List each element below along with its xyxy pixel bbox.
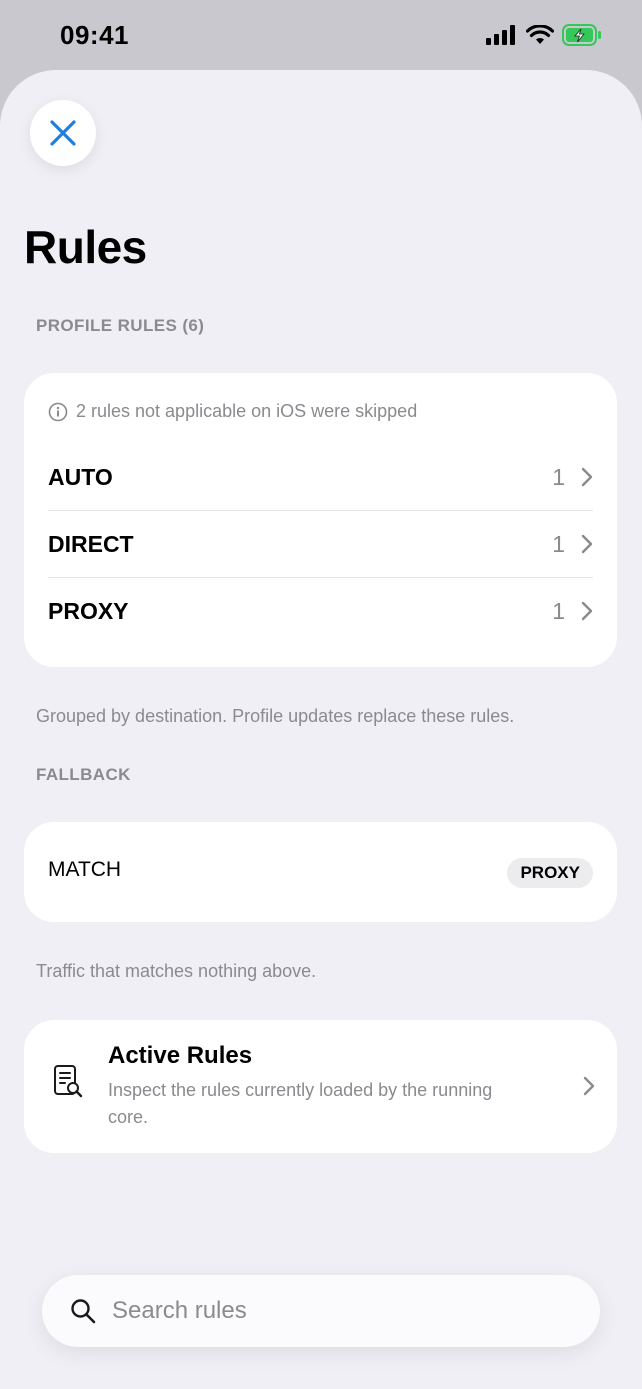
search-bar[interactable]	[42, 1275, 600, 1347]
status-bar: 09:41	[0, 0, 642, 72]
match-rule-label: MATCH	[48, 858, 122, 881]
chevron-right-icon	[581, 534, 593, 554]
cellular-signal-icon	[486, 25, 515, 45]
rules-sheet: Rules PROFILE RULES (6) 2 rules not appl…	[0, 70, 642, 1389]
active-rules-card[interactable]: Active Rules Inspect the rules currently…	[24, 1020, 617, 1153]
active-rules-description: Inspect the rules currently loaded by th…	[108, 1080, 493, 1127]
page-title: Rules	[24, 221, 147, 273]
search-input[interactable]	[112, 1275, 572, 1347]
active-rules-title: Active Rules	[108, 1042, 253, 1069]
info-icon	[48, 402, 68, 421]
skipped-rules-note: 2 rules not applicable on iOS were skipp…	[48, 401, 417, 422]
skipped-rules-text: 2 rules not applicable on iOS were skipp…	[76, 401, 418, 421]
rule-group-label: DIRECT	[48, 530, 134, 557]
fallback-header: FALLBACK	[36, 765, 131, 784]
rule-group-label: PROXY	[48, 597, 129, 624]
profile-rules-card: 2 rules not applicable on iOS were skipp…	[24, 373, 617, 667]
fallback-footer: Traffic that matches nothing above.	[36, 961, 317, 981]
chevron-right-icon	[581, 601, 593, 621]
document-search-icon	[54, 1065, 83, 1098]
rule-group-proxy[interactable]: PROXY 1	[48, 578, 593, 644]
rule-group-count: 1	[552, 597, 565, 624]
wifi-icon	[526, 25, 554, 44]
chevron-right-icon	[581, 467, 593, 487]
status-time: 09:41	[60, 20, 129, 50]
match-policy-badge: PROXY	[507, 858, 593, 888]
profile-rules-header: PROFILE RULES (6)	[36, 316, 205, 335]
fallback-card: MATCH PROXY	[24, 822, 617, 922]
rule-group-direct[interactable]: DIRECT 1	[48, 511, 593, 577]
rule-group-label: AUTO	[48, 463, 113, 490]
chevron-right-icon	[583, 1076, 595, 1096]
profile-rules-footer: Grouped by destination. Profile updates …	[36, 706, 515, 726]
rule-group-auto[interactable]: AUTO 1	[48, 444, 593, 510]
status-icons	[486, 24, 602, 46]
battery-charging-icon	[562, 24, 601, 46]
close-button[interactable]	[30, 100, 96, 166]
rule-group-count: 1	[552, 530, 565, 557]
close-icon	[50, 120, 76, 146]
search-icon	[71, 1299, 96, 1324]
rule-group-count: 1	[552, 463, 565, 490]
